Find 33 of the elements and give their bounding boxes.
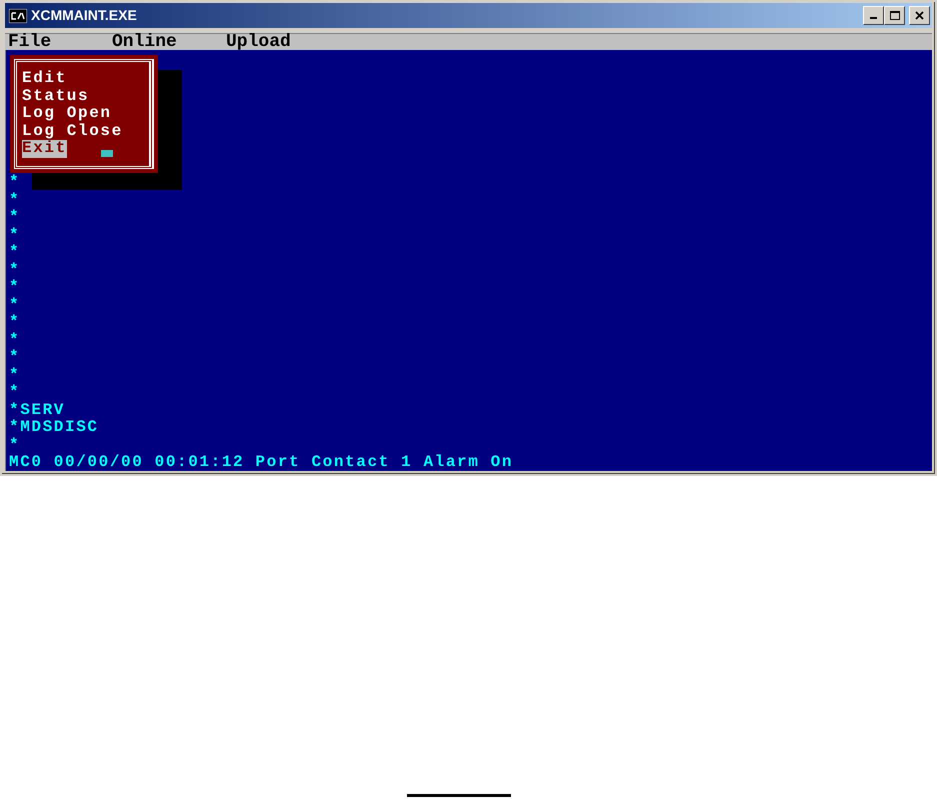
console-line: *SERV (9, 402, 66, 419)
console-line: * (9, 226, 22, 244)
maximize-button[interactable] (884, 6, 905, 25)
console-line: * (9, 314, 22, 332)
console-line: * (9, 279, 22, 296)
console-line: * (9, 174, 22, 192)
minimize-button[interactable] (863, 6, 884, 25)
console-line: * (9, 244, 22, 262)
console-line: * (9, 296, 22, 314)
console-icon (9, 8, 27, 22)
menu-item[interactable]: Log Close (22, 122, 123, 140)
console-line: *MDSDISC (9, 419, 100, 436)
console-line: MC0 00/00/00 00:01:12 Port Contact 1 Alarm On (9, 454, 514, 471)
menu-item[interactable]: File (8, 34, 112, 50)
text-cursor (101, 150, 113, 157)
window-title: XCMMAINT.EXE (31, 6, 137, 25)
menu-item[interactable]: Log Open (22, 105, 112, 122)
menu-item[interactable]: Exit (22, 140, 67, 158)
console-line: * (9, 349, 22, 366)
menu-item[interactable]: Status (22, 88, 90, 105)
menu-item[interactable]: Upload (226, 34, 291, 50)
console-line: * (9, 332, 22, 349)
console-line: * (9, 384, 22, 402)
close-button[interactable] (909, 6, 930, 25)
console-line: * (9, 209, 22, 226)
maximize-icon (890, 11, 900, 20)
console-line: * (9, 192, 22, 209)
console-line: * (9, 262, 22, 279)
close-icon (915, 11, 924, 20)
menu-item[interactable]: Edit (22, 70, 67, 88)
console-line: * (9, 366, 22, 384)
menu-item[interactable]: Online (112, 34, 226, 50)
console-line: * (9, 436, 22, 454)
